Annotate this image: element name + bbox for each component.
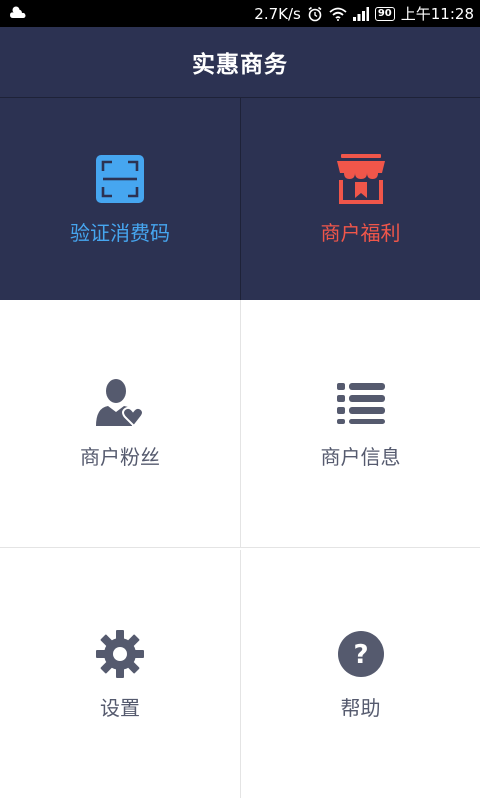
battery-level: 90: [377, 8, 392, 19]
weather-icon: [10, 5, 28, 23]
tile-label: 验证消费码: [70, 221, 170, 245]
clock: 上午11:28: [400, 5, 474, 23]
tile-settings[interactable]: 设置: [0, 550, 240, 798]
tile-merchant-benefits[interactable]: 商户福利: [240, 98, 480, 301]
help-icon: ?: [335, 628, 387, 680]
tile-label: 商户福利: [320, 221, 401, 245]
tile-label: 商户粉丝: [80, 445, 160, 469]
list-icon: [335, 377, 387, 429]
status-bar: 2.7K/s 90 上午11:28: [0, 0, 480, 27]
tile-merchant-info[interactable]: 商户信息: [240, 300, 480, 548]
tile-help[interactable]: ? 帮助: [240, 550, 480, 798]
tile-label: 帮助: [340, 695, 381, 720]
alarm-icon: [307, 6, 323, 22]
signal-icon: [352, 6, 369, 21]
tile-label: 设置: [100, 695, 140, 720]
store-icon: [335, 153, 387, 205]
scan-code-icon: [94, 153, 146, 205]
battery-icon: 90: [374, 6, 395, 21]
tile-verify-code[interactable]: 验证消费码: [0, 98, 240, 301]
page-title: 实惠商务: [192, 52, 288, 78]
featured-row: 验证消费码 商户福利: [0, 97, 480, 301]
gear-icon: [94, 628, 146, 680]
tile-label: 商户信息: [320, 445, 401, 469]
network-speed: 2.7K/s: [254, 4, 301, 23]
wifi-icon: [329, 7, 347, 21]
app-header: 实惠商务: [0, 27, 480, 97]
user-heart-icon: [94, 377, 146, 429]
svg-text:?: ?: [353, 640, 368, 670]
tile-merchant-fans[interactable]: 商户粉丝: [0, 300, 240, 548]
menu-grid: 商户粉丝 商户信息 设置 ? 帮助: [0, 300, 480, 800]
